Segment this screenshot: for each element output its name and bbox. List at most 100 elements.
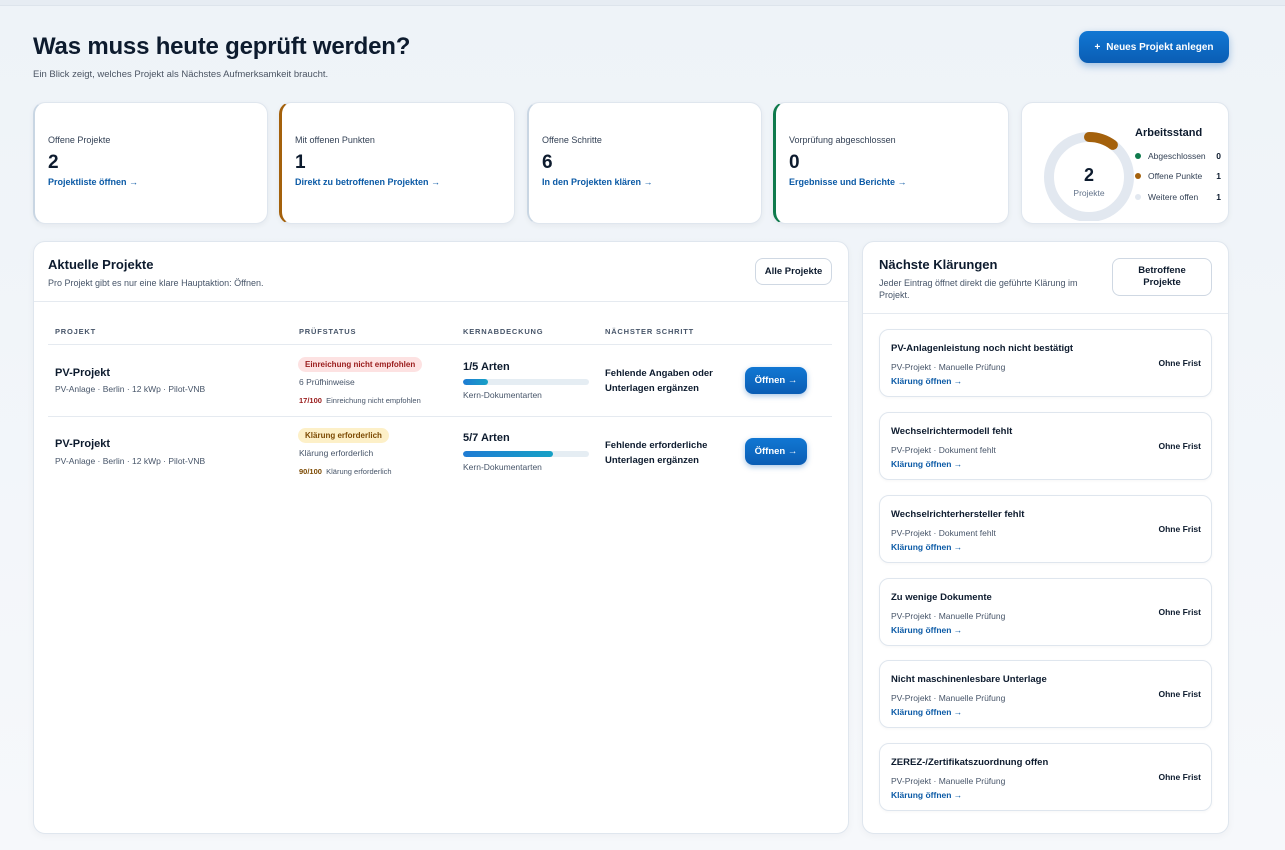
- coverage-bar-fill: [463, 379, 489, 385]
- stat-card-precheck-done[interactable]: Vorprüfung abgeschlossen 0 Ergebnisse un…: [773, 102, 1009, 224]
- clarification-deadline: Ohne Frist: [1158, 772, 1201, 782]
- stat-label: Mit offenen Punkten: [295, 135, 375, 145]
- project-name: PV-Projekt: [55, 438, 111, 450]
- stat-label: Vorprüfung abgeschlossen: [789, 135, 896, 145]
- stat-label: Offene Projekte: [48, 135, 111, 145]
- legend-dot: [1135, 153, 1141, 159]
- clarification-meta: PV-Projekt · Manuelle Prüfung: [891, 611, 1006, 621]
- column-header-next-step: Nächster Schritt: [605, 327, 695, 336]
- coverage-value: 1/5 Arten: [463, 361, 510, 373]
- stat-link[interactable]: In den Projekten klären →: [542, 177, 761, 187]
- affected-projects-button[interactable]: Betroffene Projekte: [1112, 258, 1212, 296]
- check-hints: 6 Prüfhinweise: [299, 377, 355, 387]
- stat-value: 2: [48, 152, 59, 173]
- check-hints: Klärung erforderlich: [299, 448, 374, 458]
- stat-label: Offene Schritte: [542, 135, 602, 145]
- clarification-item[interactable]: Wechselrichtermodell fehlt PV-Projekt · …: [879, 412, 1212, 480]
- project-name: PV-Projekt: [55, 367, 111, 379]
- stat-link[interactable]: Direkt zu betroffenen Projekten →: [295, 177, 514, 187]
- clarification-title: Wechselrichterhersteller fehlt: [891, 509, 1025, 520]
- clarifications-panel-title: Nächste Klärungen: [879, 257, 998, 272]
- ring-total-label: Projekte: [1073, 188, 1105, 198]
- page-subtitle: Ein Blick zeigt, welches Projekt als Näc…: [33, 69, 329, 80]
- coverage-bar-fill: [463, 451, 553, 457]
- new-project-label: Neues Projekt anlegen: [1106, 41, 1214, 53]
- clarification-link[interactable]: Klärung öffnen →: [891, 625, 962, 635]
- legend-count: 1: [1216, 192, 1221, 202]
- table-header-divider: [48, 344, 832, 345]
- projects-panel-subtitle: Pro Projekt gibt es nur eine klare Haupt…: [48, 278, 264, 288]
- clarification-item[interactable]: Nicht maschinenlesbare Unterlage PV-Proj…: [879, 660, 1212, 728]
- clarification-link[interactable]: Klärung öffnen →: [891, 542, 962, 552]
- stat-link[interactable]: Ergebnisse und Berichte →: [789, 177, 1008, 187]
- projects-panel: [33, 241, 849, 834]
- score-label: Einreichung nicht empfohlen: [326, 396, 421, 405]
- legend-item-other-open: Weitere offen 1: [1135, 191, 1221, 203]
- clarification-item[interactable]: PV-Anlagenleistung noch nicht bestätigt …: [879, 329, 1212, 397]
- legend-label: Abgeschlossen: [1148, 151, 1206, 161]
- score: 17/100 Einreichung nicht empfohlen: [299, 396, 421, 405]
- column-header-coverage: Kernabdeckung: [463, 327, 544, 336]
- projects-panel-title: Aktuelle Projekte: [48, 257, 154, 272]
- clarification-item[interactable]: Zu wenige Dokumente PV-Projekt · Manuell…: [879, 578, 1212, 646]
- clarification-deadline: Ohne Frist: [1158, 358, 1201, 368]
- clarification-title: PV-Anlagenleistung noch nicht bestätigt: [891, 343, 1074, 354]
- new-project-button[interactable]: + Neues Projekt anlegen: [1079, 31, 1229, 63]
- stat-card-open-steps[interactable]: Offene Schritte 6 In den Projekten kläre…: [527, 102, 762, 224]
- clarification-meta: PV-Projekt · Dokument fehlt: [891, 528, 996, 538]
- clarification-deadline: Ohne Frist: [1158, 441, 1201, 451]
- status-badge: Einreichung nicht empfohlen: [298, 357, 423, 372]
- ring-total: 2: [1083, 165, 1094, 185]
- clarification-link[interactable]: Klärung öffnen →: [891, 459, 962, 469]
- stat-value: 6: [542, 152, 553, 173]
- coverage-bar: [463, 379, 589, 385]
- coverage-bar: [463, 451, 589, 457]
- work-status-title: Arbeitsstand: [1135, 127, 1203, 139]
- clarification-link[interactable]: Klärung öffnen →: [891, 707, 962, 717]
- next-step: Fehlende erforderliche Unterlagen ergänz…: [605, 440, 708, 466]
- clarification-deadline: Ohne Frist: [1158, 689, 1201, 699]
- legend-count: 0: [1216, 151, 1221, 161]
- stat-value: 0: [789, 152, 800, 173]
- clarification-meta: PV-Projekt · Dokument fehlt: [891, 445, 996, 455]
- status-badge: Klärung erforderlich: [298, 428, 389, 443]
- column-header-project: Projekt: [55, 327, 97, 336]
- stat-card-open-projects[interactable]: Offene Projekte 2 Projektliste öffnen →: [33, 102, 268, 224]
- legend-count: 1: [1216, 171, 1221, 181]
- clarification-link[interactable]: Klärung öffnen →: [891, 376, 962, 386]
- clarification-item[interactable]: ZEREZ-/Zertifikatszuordnung offen PV-Pro…: [879, 743, 1212, 811]
- next-step: Fehlende Angaben oder Unterlagen ergänze…: [605, 368, 713, 394]
- clarification-deadline: Ohne Frist: [1158, 607, 1201, 617]
- clarification-title: Nicht maschinenlesbare Unterlage: [891, 674, 1047, 685]
- clarification-title: Zu wenige Dokumente: [891, 592, 992, 603]
- stat-card-open-points[interactable]: Mit offenen Punkten 1 Direkt zu betroffe…: [279, 102, 515, 224]
- coverage-label: Kern-Dokumentarten: [463, 462, 542, 472]
- work-status-card: 2 Projekte Arbeitsstand Abgeschlossen 0 …: [1021, 102, 1229, 224]
- panel-divider: [34, 301, 848, 302]
- clarification-meta: PV-Projekt · Manuelle Prüfung: [891, 776, 1006, 786]
- open-project-button[interactable]: Öffnen →: [745, 367, 807, 394]
- column-header-check-status: Prüfstatus: [299, 327, 357, 336]
- ring-center: 2 Projekte: [1046, 165, 1132, 198]
- legend-dot: [1135, 173, 1141, 179]
- all-projects-button[interactable]: Alle Projekte: [755, 258, 832, 285]
- score-value: 17/100: [299, 396, 322, 405]
- score-value: 90/100: [299, 467, 322, 476]
- clarification-item[interactable]: Wechselrichterhersteller fehlt PV-Projek…: [879, 495, 1212, 563]
- panel-divider: [863, 313, 1228, 314]
- clarification-meta: PV-Projekt · Manuelle Prüfung: [891, 693, 1006, 703]
- coverage-value: 5/7 Arten: [463, 432, 510, 444]
- clarification-title: Wechselrichtermodell fehlt: [891, 426, 1013, 437]
- clarification-meta: PV-Projekt · Manuelle Prüfung: [891, 362, 1006, 372]
- open-project-button[interactable]: Öffnen →: [745, 438, 807, 465]
- row-divider: [48, 416, 832, 417]
- legend-item-done: Abgeschlossen 0: [1135, 150, 1221, 162]
- clarification-link[interactable]: Klärung öffnen →: [891, 790, 962, 800]
- score: 90/100 Klärung erforderlich: [299, 467, 392, 476]
- top-border: [0, 0, 1285, 6]
- stat-link[interactable]: Projektliste öffnen →: [48, 177, 267, 187]
- score-label: Klärung erforderlich: [326, 467, 392, 476]
- legend-label: Weitere offen: [1148, 192, 1199, 202]
- legend-dot: [1135, 194, 1141, 200]
- clarifications-panel-subtitle: Jeder Eintrag öffnet direkt die geführte…: [879, 278, 1078, 300]
